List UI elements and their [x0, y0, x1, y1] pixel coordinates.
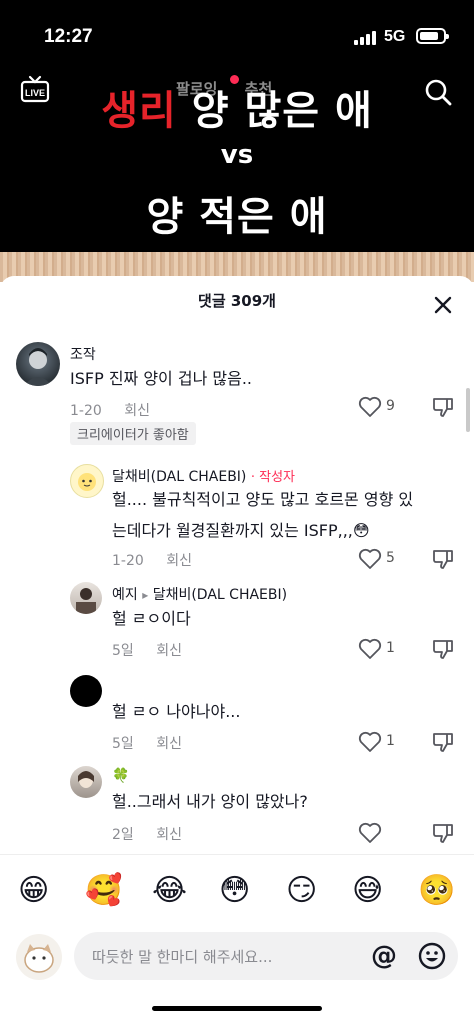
- emoji-smirk[interactable]: 😏: [286, 873, 324, 911]
- mention-icon[interactable]: @: [370, 942, 398, 970]
- comment-meta: 5일 회신: [112, 640, 182, 660]
- comment-text-line: 헐.... 불규칙적이고 양도 많고 호르몬 영향 있: [112, 490, 414, 509]
- comment-username[interactable]: 🍀: [112, 768, 129, 784]
- like-count: 5: [386, 550, 395, 566]
- comment-username[interactable]: 조작: [70, 344, 96, 364]
- comment-meta: 2일 회신: [112, 824, 182, 844]
- comment-item: 예지 ▸ 달채비(DAL CHAEBI) 헐 ㄹㅇ이다 5일 회신 1: [0, 576, 474, 666]
- like-button[interactable]: 1: [358, 638, 418, 660]
- author-tag: · 작성자: [250, 470, 295, 485]
- reply-button[interactable]: 회신: [156, 736, 182, 752]
- status-time: 12:27: [44, 26, 93, 47]
- emoji-grin[interactable]: 😁: [18, 873, 56, 911]
- like-count: 1: [386, 733, 395, 749]
- comments-count-title: 댓글 309개: [198, 292, 276, 310]
- reply-button[interactable]: 회신: [166, 553, 192, 569]
- reply-to-username[interactable]: 달채비(DAL CHAEBI): [153, 587, 287, 603]
- avatar[interactable]: [16, 342, 60, 386]
- home-indicator: [152, 1006, 322, 1011]
- my-avatar: [16, 934, 62, 980]
- comment-text-line: 는데다가 월경질환까지 있는 ISFP,,,😳: [112, 521, 370, 540]
- comment-text: 헐 ㄹㅇ 나야나야...: [112, 702, 241, 721]
- comment-text: 헐.... 불규칙적이고 양도 많고 호르몬 영향 있 는데다가 월경질환까지 …: [112, 484, 413, 546]
- comment-item: 달채비(DAL CHAEBI) · 작성자 헐.... 불규칙적이고 양도 많고…: [0, 458, 474, 578]
- caption-white-words: 양 많은 애: [191, 88, 373, 134]
- emoji-quick-bar: 😁 🥰 😂 😳 😏 😅 🥺: [0, 854, 474, 931]
- comment-date: 5일: [112, 736, 134, 752]
- dislike-icon[interactable]: [432, 822, 454, 844]
- dislike-icon[interactable]: [432, 731, 454, 753]
- emoji-hearts[interactable]: 🥰: [85, 873, 123, 911]
- comment-text: ISFP 진짜 양이 겁나 많음..: [70, 369, 253, 388]
- reply-arrow-icon: ▸: [142, 588, 149, 602]
- comment-item: 헐 ㄹㅇ 나야나야... 5일 회신 1: [0, 671, 474, 761]
- dislike-icon[interactable]: [432, 396, 454, 418]
- comment-item: 조작 ISFP 진짜 양이 겁나 많음.. 1-20 회신 9 크리에이터가 좋…: [0, 336, 474, 456]
- like-button[interactable]: 1: [358, 731, 418, 753]
- emoji-joy[interactable]: 😂: [152, 873, 190, 911]
- network-label: 5G: [384, 28, 406, 45]
- comment-meta: 5일 회신: [112, 733, 182, 753]
- heart-icon: [358, 638, 382, 659]
- reply-button[interactable]: 회신: [156, 643, 182, 659]
- video-caption-vs: vs: [220, 140, 254, 170]
- caption-red-word: 생리: [101, 88, 177, 134]
- comment-date: 1-20: [112, 553, 144, 569]
- comment-date: 2일: [112, 827, 134, 843]
- battery-icon: [416, 28, 449, 44]
- like-count: 1: [386, 640, 395, 656]
- comment-input-placeholder: 따듯한 말 한마디 해주세요...: [92, 948, 273, 966]
- comment-username: 달채비(DAL CHAEBI) · 작성자: [112, 466, 295, 486]
- like-count: 9: [386, 398, 395, 414]
- like-button[interactable]: 9: [358, 396, 418, 418]
- creator-username[interactable]: 달채비(DAL CHAEBI): [112, 469, 246, 485]
- like-button[interactable]: 5: [358, 548, 418, 570]
- reply-username[interactable]: 예지: [112, 587, 138, 603]
- like-button[interactable]: [358, 822, 418, 844]
- comment-text: 헐..그래서 내가 양이 많았나?: [112, 792, 308, 811]
- dislike-icon[interactable]: [432, 638, 454, 660]
- heart-icon: [358, 822, 382, 843]
- creator-liked-badge: 크리에이터가 좋아함: [70, 422, 196, 445]
- comment-meta: 1-20 회신: [112, 550, 192, 570]
- comment-item: 🍀 헐..그래서 내가 양이 많았나? 2일 회신: [0, 762, 474, 852]
- emoji-picker-icon[interactable]: [417, 941, 447, 971]
- reply-button[interactable]: 회신: [156, 827, 182, 843]
- emoji-sweat-smile[interactable]: 😅: [352, 873, 390, 911]
- scrollbar[interactable]: [466, 388, 470, 432]
- emoji-pleading[interactable]: 🥺: [418, 873, 456, 911]
- comment-input-row: 따듯한 말 한마디 해주세요... @: [0, 928, 474, 988]
- heart-icon: [358, 548, 382, 569]
- comment-date: 1-20: [70, 403, 102, 419]
- dislike-icon[interactable]: [432, 548, 454, 570]
- video-caption-line3: 양 적은 애: [146, 194, 328, 240]
- avatar[interactable]: [70, 582, 102, 614]
- comment-input[interactable]: 따듯한 말 한마디 해주세요... @: [74, 932, 458, 980]
- avatar[interactable]: [70, 464, 104, 498]
- avatar[interactable]: [70, 766, 102, 798]
- reply-button[interactable]: 회신: [124, 403, 150, 419]
- heart-icon: [358, 396, 382, 417]
- status-bar: 12:27 5G: [0, 0, 474, 72]
- close-icon[interactable]: [430, 292, 456, 318]
- comment-meta: 1-20 회신: [70, 400, 150, 420]
- video-background: 12:27 5G LIVE 팔로잉 추천 생리 양 많은 애 vs 양 적은 애: [0, 0, 474, 282]
- comments-sheet: 댓글 309개 조작 ISFP 진짜 양이 겁나 많음.. 1-20 회신 9 …: [0, 276, 474, 1025]
- avatar[interactable]: [70, 675, 102, 707]
- comment-date: 5일: [112, 643, 134, 659]
- video-caption-line1: 생리 양 많은 애: [0, 78, 474, 136]
- emoji-flushed[interactable]: 😳: [219, 873, 257, 911]
- heart-icon: [358, 731, 382, 752]
- comment-text: 헐 ㄹㅇ이다: [112, 609, 191, 628]
- signal-icon: [354, 31, 378, 45]
- comment-username: 예지 ▸ 달채비(DAL CHAEBI): [112, 584, 287, 604]
